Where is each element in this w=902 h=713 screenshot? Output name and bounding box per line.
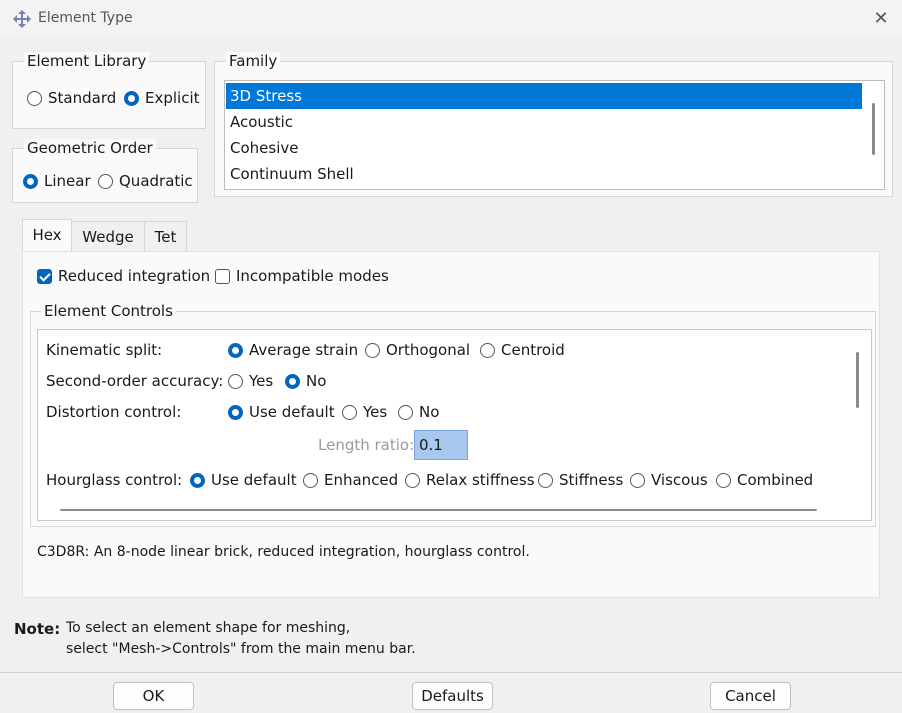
radio-indicator [405, 472, 420, 488]
length-ratio-input[interactable]: 0.1 [414, 430, 468, 460]
family-legend: Family [226, 52, 281, 70]
radio-indicator [480, 342, 495, 358]
radio-average-strain[interactable]: Average strain [228, 341, 358, 359]
incompatible-modes-checkbox[interactable]: Incompatible modes [215, 267, 389, 285]
tab-wedge[interactable]: Wedge [71, 221, 145, 252]
close-icon[interactable]: ✕ [866, 5, 896, 33]
note-line-2: select "Mesh->Controls" from the main me… [66, 641, 416, 657]
radio-indicator [285, 373, 300, 389]
reduced-integration-checkbox[interactable]: Reduced integration [37, 267, 210, 285]
radio-linear[interactable]: Linear [23, 172, 91, 190]
family-listbox[interactable]: 3D Stress Acoustic Cohesive Continuum Sh… [224, 80, 885, 190]
radio-indicator [190, 472, 205, 488]
radio-explicit[interactable]: Explicit [124, 89, 200, 107]
radio-orthogonal[interactable]: Orthogonal [365, 341, 470, 359]
radio-indicator [228, 342, 243, 358]
checkbox-indicator [215, 268, 230, 284]
app-icon [13, 10, 31, 28]
controls-vscroll-thumb[interactable] [856, 352, 859, 408]
radio-indicator [716, 472, 731, 488]
family-scrollbar-thumb[interactable] [872, 103, 875, 155]
distortion-control-label: Distortion control: [46, 403, 182, 421]
radio-second-order-yes[interactable]: Yes [228, 372, 273, 390]
radio-indicator [228, 404, 243, 420]
radio-hourglass-relax-stiffness[interactable]: Relax stiffness [405, 471, 535, 489]
cancel-button[interactable]: Cancel [710, 682, 791, 710]
radio-indicator [365, 342, 380, 358]
family-item-continuum-shell[interactable]: Continuum Shell [226, 161, 862, 187]
tab-tet[interactable]: Tet [144, 221, 187, 252]
checkbox-indicator [37, 268, 52, 284]
radio-indicator [342, 404, 357, 420]
family-item-cohesive[interactable]: Cohesive [226, 135, 862, 161]
radio-indicator [630, 472, 645, 488]
radio-hourglass-combined[interactable]: Combined [716, 471, 813, 489]
element-description: C3D8R: An 8-node linear brick, reduced i… [37, 544, 530, 560]
radio-hourglass-viscous[interactable]: Viscous [630, 471, 708, 489]
radio-indicator [303, 472, 318, 488]
length-ratio-label: Length ratio: [318, 436, 415, 454]
ok-button[interactable]: OK [113, 682, 194, 710]
radio-distortion-no[interactable]: No [398, 403, 439, 421]
button-separator [0, 672, 902, 673]
controls-hscroll-thumb[interactable] [60, 509, 817, 511]
note-line-1: To select an element shape for meshing, [66, 620, 351, 636]
window-title: Element Type [38, 10, 133, 26]
radio-indicator [538, 472, 553, 488]
element-library-legend: Element Library [24, 52, 150, 70]
radio-hourglass-use-default[interactable]: Use default [190, 471, 297, 489]
radio-hourglass-stiffness[interactable]: Stiffness [538, 471, 623, 489]
radio-indicator [23, 173, 38, 189]
hourglass-control-label: Hourglass control: [46, 471, 183, 489]
defaults-button[interactable]: Defaults [412, 682, 493, 710]
kinematic-split-label: Kinematic split: [46, 341, 163, 359]
note-label: Note: [14, 620, 61, 638]
family-item-acoustic[interactable]: Acoustic [226, 109, 862, 135]
radio-standard[interactable]: Standard [27, 89, 116, 107]
radio-indicator [98, 173, 113, 189]
radio-centroid[interactable]: Centroid [480, 341, 565, 359]
radio-indicator [228, 373, 243, 389]
element-controls-legend: Element Controls [41, 302, 176, 320]
radio-indicator [124, 90, 139, 106]
tab-hex[interactable]: Hex [22, 219, 72, 253]
radio-distortion-yes[interactable]: Yes [342, 403, 387, 421]
title-bar [0, 0, 902, 38]
radio-distortion-use-default[interactable]: Use default [228, 403, 335, 421]
radio-hourglass-enhanced[interactable]: Enhanced [303, 471, 398, 489]
second-order-accuracy-label: Second-order accuracy: [46, 372, 224, 390]
radio-second-order-no[interactable]: No [285, 372, 326, 390]
radio-indicator [398, 404, 413, 420]
radio-quadratic[interactable]: Quadratic [98, 172, 193, 190]
family-item-3d-stress[interactable]: 3D Stress [226, 83, 862, 109]
radio-indicator [27, 90, 42, 106]
geometric-order-legend: Geometric Order [24, 139, 156, 157]
